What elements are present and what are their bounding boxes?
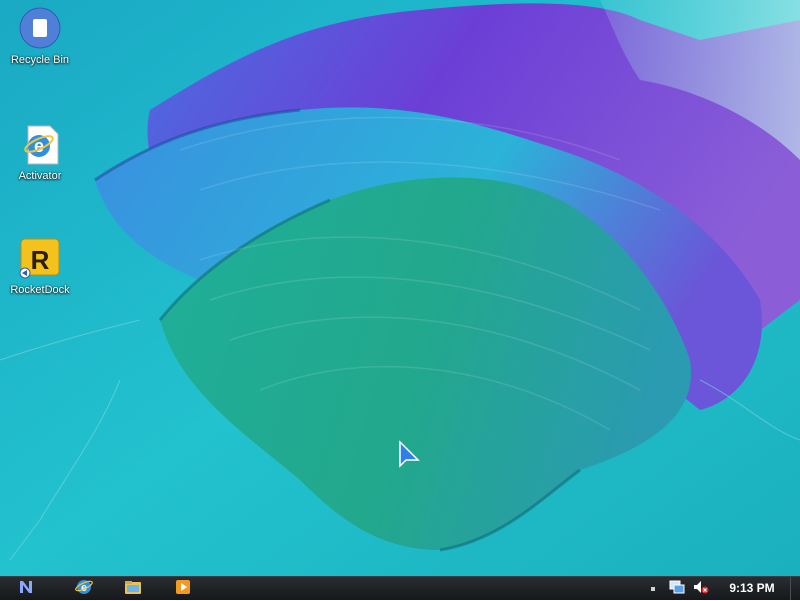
desktop-icon-label: RocketDock — [10, 284, 70, 296]
taskbar-clock[interactable]: 9:13 PM — [716, 577, 788, 600]
internet-explorer-icon: e — [75, 578, 93, 601]
mouse-pointer-icon — [399, 440, 420, 468]
file-explorer-icon — [124, 578, 142, 601]
taskbar-file-explorer[interactable] — [121, 579, 145, 599]
volume-tray-button[interactable] — [692, 580, 710, 598]
network-icon — [669, 579, 685, 600]
desktop[interactable]: Recycle Bin e Activator R RocketDock — [0, 0, 800, 576]
taskbar-media-player[interactable] — [171, 579, 195, 599]
start-n-logo-icon — [17, 578, 35, 601]
network-tray-button[interactable] — [668, 580, 686, 598]
internet-explorer-shortcut-icon: e — [18, 122, 62, 166]
svg-text:R: R — [31, 245, 50, 275]
media-player-icon — [174, 578, 192, 601]
show-desktop-button[interactable] — [790, 577, 800, 600]
rocketdock-icon: R — [18, 236, 62, 280]
desktop-icon-recycle-bin[interactable]: Recycle Bin — [0, 6, 80, 66]
desktop-icon-activator[interactable]: e Activator — [0, 122, 80, 182]
wallpaper — [0, 0, 800, 576]
taskbar-internet-explorer[interactable]: e — [72, 579, 96, 599]
show-hidden-icons-icon — [649, 580, 657, 598]
show-hidden-icons-button[interactable] — [644, 580, 662, 598]
taskbar: e 9:13 PM — [0, 576, 800, 600]
start-button[interactable] — [14, 579, 38, 599]
desktop-icon-rocketdock[interactable]: R RocketDock — [0, 236, 80, 296]
desktop-icon-label: Recycle Bin — [10, 54, 70, 66]
desktop-icon-label: Activator — [18, 170, 62, 182]
recycle-bin-icon — [18, 6, 62, 50]
volume-muted-icon — [693, 579, 709, 600]
